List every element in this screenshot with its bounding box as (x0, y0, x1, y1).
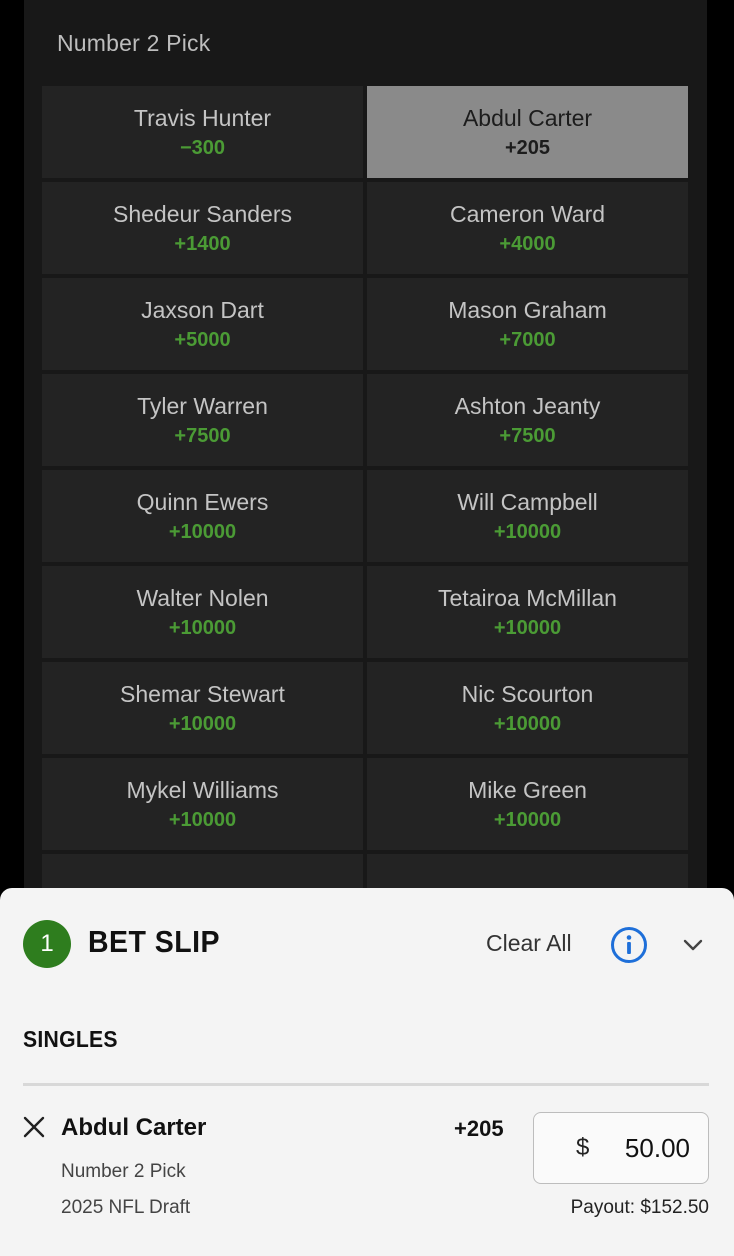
selection-market: Number 2 Pick (61, 1161, 186, 1182)
option-odds: +10000 (168, 617, 237, 639)
odds-grid: Travis Hunter −300 Abdul Carter +205 Shedeur… (42, 86, 688, 946)
option-name: Will Campbell (457, 489, 598, 515)
option-odds: +205 (504, 137, 551, 159)
odds-option[interactable]: Walter Nolen +10000 (42, 566, 363, 658)
odds-option[interactable]: Shedeur Sanders +1400 (42, 182, 363, 274)
option-name: Tetairoa McMillan (438, 585, 617, 611)
option-name: Mike Green (468, 777, 587, 803)
odds-option[interactable]: Ashton Jeanty +7500 (367, 374, 688, 466)
odds-option[interactable]: Tetairoa McMillan +10000 (367, 566, 688, 658)
option-odds: +10000 (493, 809, 562, 831)
close-icon[interactable] (23, 1116, 45, 1138)
option-odds: +7500 (174, 425, 231, 447)
bet-slip: 1 BET SLIP Clear All SINGLES Abdul Carte… (0, 888, 734, 1256)
odds-option[interactable]: Quinn Ewers +10000 (42, 470, 363, 562)
option-name: Abdul Carter (462, 105, 593, 131)
option-odds: +10000 (493, 617, 562, 639)
odds-option[interactable]: Jaxson Dart +5000 (42, 278, 363, 370)
clear-all-button[interactable]: Clear All (486, 930, 572, 957)
option-odds: +1400 (174, 233, 231, 255)
option-odds: +4000 (499, 233, 556, 255)
odds-option[interactable]: Mykel Williams +10000 (42, 758, 363, 850)
market-title: Number 2 Pick (57, 30, 211, 56)
singles-heading: SINGLES (23, 1026, 118, 1052)
option-odds: +5000 (174, 329, 231, 351)
option-name: Travis Hunter (133, 105, 272, 131)
option-odds: −300 (179, 137, 226, 159)
selection-odds: +205 (454, 1116, 504, 1141)
odds-option[interactable]: Mason Graham +7000 (367, 278, 688, 370)
odds-option[interactable]: Will Campbell +10000 (367, 470, 688, 562)
section-divider (23, 1083, 709, 1086)
odds-option[interactable]: Abdul Carter +205 (367, 86, 688, 178)
option-name: Tyler Warren (137, 393, 268, 419)
stake-input[interactable]: $ 50.00 (533, 1112, 709, 1184)
option-name: Mykel Williams (126, 777, 279, 803)
option-name: Ashton Jeanty (454, 393, 601, 419)
payout-text: Payout: $152.50 (570, 1197, 709, 1218)
odds-option[interactable]: Tyler Warren +7500 (42, 374, 363, 466)
odds-option[interactable]: Shemar Stewart +10000 (42, 662, 363, 754)
odds-option[interactable]: Nic Scourton +10000 (367, 662, 688, 754)
currency-symbol: $ (576, 1134, 590, 1161)
option-name: Shemar Stewart (120, 681, 285, 707)
option-odds: +10000 (493, 713, 562, 735)
option-odds: +7000 (499, 329, 556, 351)
bet-slip-title: BET SLIP (88, 924, 221, 959)
selection-name: Abdul Carter (61, 1114, 207, 1141)
sportsbook-page: Number 2 Pick Travis Hunter −300 Abdul Car… (0, 0, 734, 1256)
option-odds: +10000 (168, 809, 237, 831)
option-name: Nic Scourton (461, 681, 594, 707)
option-odds: +10000 (168, 521, 237, 543)
option-name: Jaxson Dart (141, 297, 264, 323)
odds-option[interactable]: Mike Green +10000 (367, 758, 688, 850)
chevron-down-icon[interactable] (682, 934, 704, 956)
stake-amount[interactable]: 50.00 (625, 1133, 690, 1164)
option-odds: +10000 (493, 521, 562, 543)
option-odds: +10000 (168, 713, 237, 735)
option-name: Cameron Ward (449, 201, 606, 227)
option-odds: +7500 (499, 425, 556, 447)
option-name: Mason Graham (448, 297, 607, 323)
option-name: Shedeur Sanders (112, 201, 292, 227)
info-circle-icon[interactable] (610, 926, 648, 964)
odds-option[interactable]: Cameron Ward +4000 (367, 182, 688, 274)
option-name: Quinn Ewers (136, 489, 269, 515)
option-name: Walter Nolen (136, 585, 269, 611)
bet-count-badge: 1 (23, 920, 71, 968)
odds-option[interactable]: Travis Hunter −300 (42, 86, 363, 178)
selection-event: 2025 NFL Draft (61, 1197, 191, 1218)
